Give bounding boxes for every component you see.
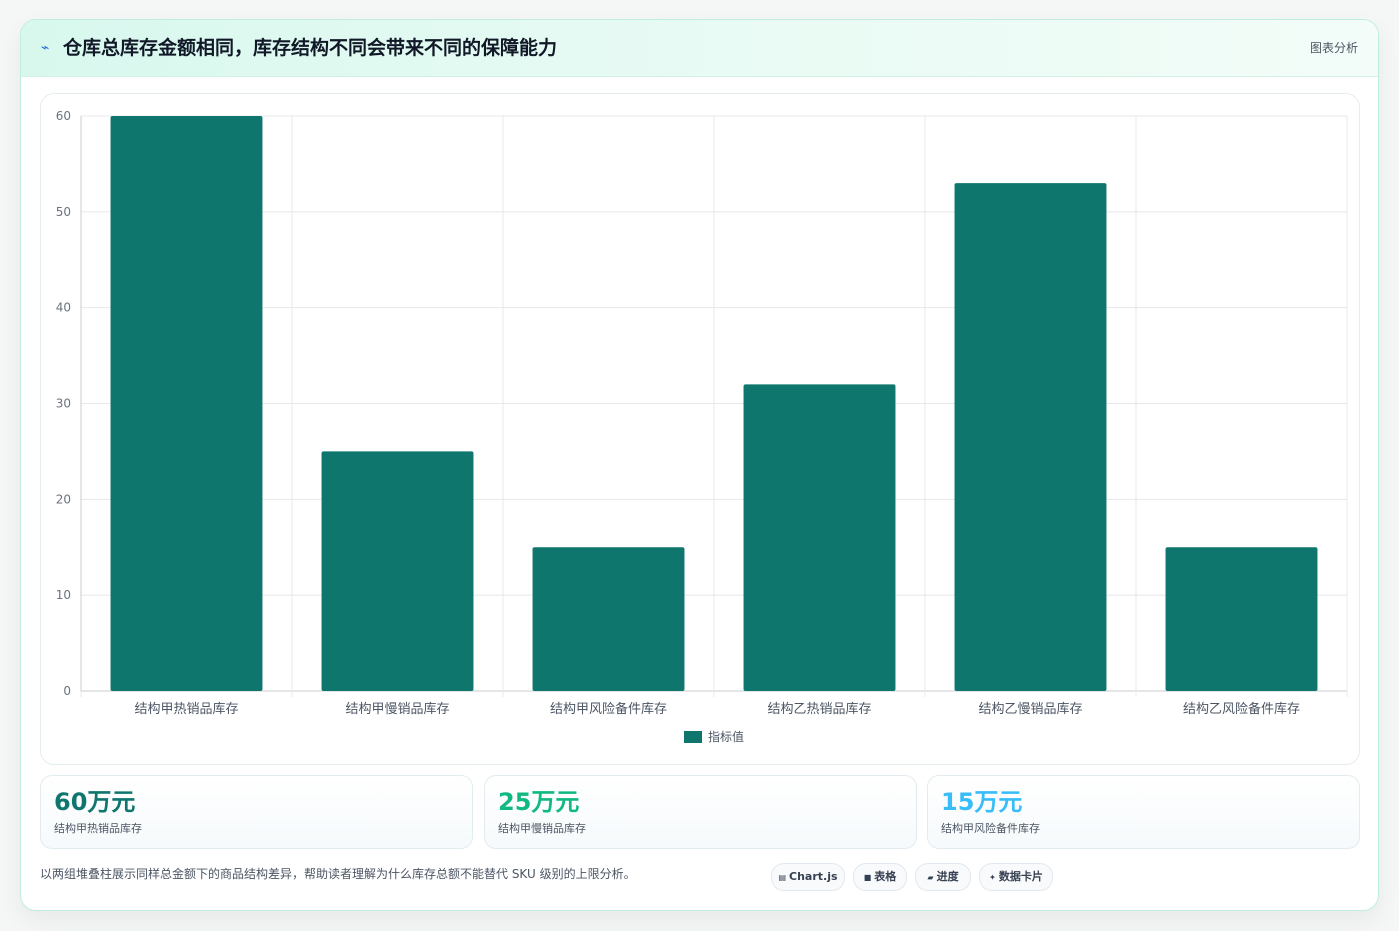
- footnote: 以两组堆叠柱展示同样总金额下的商品结构差异，帮助读者理解为什么库存总额不能替代 …: [40, 867, 636, 881]
- bar-5: [954, 183, 1107, 691]
- chart-icon: ▤: [778, 873, 787, 882]
- legend-label: 指标值: [708, 729, 744, 744]
- progress-icon: ▰: [927, 873, 934, 882]
- stat-card-3: 15万元 结构甲风险备件库存: [927, 775, 1360, 849]
- tag-progress[interactable]: ▰ 进度: [915, 863, 971, 891]
- stat-value-1: 60万元: [54, 788, 136, 816]
- y-tick-label: 30: [56, 397, 71, 411]
- stat-value-3: 15万元: [941, 788, 1023, 816]
- stat-value-2: 25万元: [498, 788, 580, 816]
- tag-label: 进度: [936, 870, 959, 883]
- tag-table[interactable]: ■ 表格: [853, 863, 907, 891]
- y-tick-label: 60: [56, 109, 71, 123]
- tag-label: 表格: [874, 870, 897, 883]
- table-icon: ■: [863, 873, 872, 882]
- header-tag[interactable]: 图表分析: [1310, 39, 1358, 57]
- x-tick-label: 结构甲慢销品库存: [345, 701, 449, 717]
- stat-label-1: 结构甲热销品库存: [54, 822, 142, 835]
- stat-label-3: 结构甲风险备件库存: [941, 822, 1040, 835]
- bar-2: [321, 451, 474, 691]
- chart-title: 仓库总库存金额相同，库存结构不同会带来不同的保障能力: [63, 37, 558, 59]
- tag-chartjs[interactable]: ▤ Chart.js: [771, 863, 845, 891]
- y-tick-label: 20: [56, 492, 71, 506]
- legend-swatch: [684, 731, 702, 743]
- y-tick-label: 0: [63, 684, 71, 698]
- x-tick-label: 结构甲热销品库存: [134, 701, 238, 717]
- bar-4: [743, 384, 896, 691]
- x-tick-label: 结构乙风险备件库存: [1183, 701, 1300, 717]
- stat-card-2: 25万元 结构甲慢销品库存: [484, 775, 917, 849]
- x-tick-label: 结构甲风险备件库存: [550, 701, 667, 717]
- bar-6: [1165, 547, 1318, 691]
- chart-area: 0 10 20 30 40 50 60 结构甲热销品库存 结构甲慢销品库存 结构甲风险备件库存 结构…: [40, 93, 1360, 765]
- analysis-card: ⌁ 仓库总库存金额相同，库存结构不同会带来不同的保障能力 图表分析 0 10 20 3…: [20, 19, 1379, 911]
- card-header: ⌁ 仓库总库存金额相同，库存结构不同会带来不同的保障能力 图表分析: [21, 20, 1378, 77]
- lightning-icon: ⌁: [41, 40, 50, 56]
- stat-label-2: 结构甲慢销品库存: [498, 822, 586, 835]
- bar-3: [532, 547, 685, 691]
- bar-1: [110, 116, 263, 691]
- x-tick-label: 结构乙热销品库存: [767, 701, 871, 717]
- tag-label: 数据卡片: [998, 870, 1043, 883]
- x-tick-label: 结构乙慢销品库存: [978, 701, 1082, 717]
- y-tick-label: 10: [56, 588, 71, 602]
- y-tick-label: 40: [56, 301, 71, 315]
- sparkle-icon: ✦: [989, 873, 996, 882]
- tag-datacard[interactable]: ✦ 数据卡片: [979, 863, 1053, 891]
- bar-chart: 0 10 20 30 40 50 60 结构甲热销品库存 结构甲慢销品库存 结构甲风险备件库存 结构…: [56, 109, 1348, 744]
- y-tick-label: 50: [56, 205, 71, 219]
- tag-label: Chart.js: [789, 870, 838, 883]
- stat-card-1: 60万元 结构甲热销品库存: [40, 775, 473, 849]
